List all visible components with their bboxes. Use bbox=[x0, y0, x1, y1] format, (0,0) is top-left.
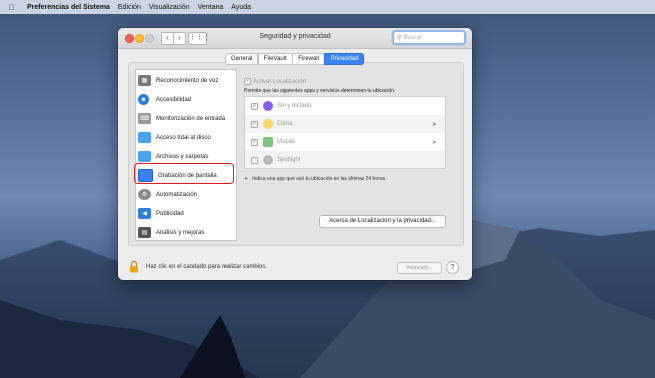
tab-bar: General FileVault Firewall Privacidad bbox=[118, 53, 472, 65]
app-name: Mapas bbox=[277, 139, 296, 145]
hint-text: Indica una app que usó tu ubicación en l… bbox=[252, 176, 387, 182]
chart-icon: ▤ bbox=[138, 227, 151, 238]
search-icon: ⚲ bbox=[397, 35, 402, 41]
spotlight-icon bbox=[263, 155, 273, 165]
sidebar-item-automatizacion[interactable]: ⚙ Automatización bbox=[138, 186, 234, 203]
checkbox-icon[interactable]: ✓ bbox=[251, 102, 258, 110]
list-item[interactable]: ✓ Siri y dictado bbox=[245, 97, 445, 115]
about-location-privacy-button[interactable]: Acerca de Localización y la privacidad..… bbox=[319, 215, 446, 228]
screen-recording-highlight bbox=[134, 163, 234, 184]
tab-firewall[interactable]: Firewall bbox=[292, 53, 325, 65]
list-item[interactable]: Spotlight bbox=[245, 151, 445, 168]
menu-ayuda[interactable]: Ayuda bbox=[231, 4, 251, 11]
sidebar-item-label: Publicidad bbox=[156, 210, 184, 217]
app-name: Spotlight bbox=[277, 157, 301, 163]
lock-message: Haz clic en el candado para realizar cam… bbox=[146, 264, 268, 270]
checkbox-icon: ✓ bbox=[244, 78, 251, 85]
maps-icon bbox=[263, 137, 273, 147]
sidebar-item-analisis-mejoras[interactable]: ▤ Análisis y mejoras bbox=[138, 224, 234, 241]
enable-location-label: Activar Localización bbox=[253, 78, 307, 85]
sidebar-item-label: Archivos y carpetas bbox=[156, 153, 209, 160]
search-placeholder: Buscar bbox=[403, 34, 423, 41]
list-item[interactable]: ✓ Mapas ➤ bbox=[245, 133, 445, 151]
waveform-icon: ▦ bbox=[138, 75, 151, 86]
location-arrow-icon: ➤ bbox=[431, 121, 437, 128]
enable-location-checkbox[interactable]: ✓ Activar Localización bbox=[244, 78, 306, 85]
menu-edicion[interactable]: Edición bbox=[118, 4, 141, 11]
location-arrow-icon: ➤ bbox=[244, 176, 249, 182]
megaphone-icon: ◀ bbox=[138, 208, 151, 219]
accessibility-icon: ☻ bbox=[138, 94, 149, 105]
sidebar-item-label: Acceso total al disco bbox=[156, 134, 211, 141]
sidebar-item-label: Monitorización de entrada bbox=[156, 115, 226, 122]
tab-general[interactable]: General bbox=[225, 53, 259, 65]
menu-bar:  Preferencias del Sistema Edición Visua… bbox=[0, 0, 655, 14]
sidebar-item-acceso-total-disco[interactable]: Acceso total al disco bbox=[138, 129, 234, 146]
keyboard-icon: ⌨ bbox=[138, 113, 151, 124]
sidebar-item-label: Análisis y mejoras bbox=[156, 229, 205, 236]
sidebar-item-label: Automatización bbox=[156, 191, 198, 198]
location-arrow-icon: ➤ bbox=[431, 139, 437, 146]
app-name: Siri y dictado bbox=[277, 103, 312, 109]
menu-visualizacion[interactable]: Visualización bbox=[149, 4, 190, 11]
folder-icon bbox=[138, 151, 151, 162]
search-input[interactable]: ⚲ Buscar bbox=[393, 31, 465, 44]
sidebar-item-label: Reconocimiento de voz bbox=[156, 77, 219, 84]
sidebar-item-reconocimiento-voz[interactable]: ▦ Reconocimiento de voz bbox=[138, 72, 234, 89]
menu-app-name[interactable]: Preferencias del Sistema bbox=[27, 4, 110, 11]
checkbox-icon[interactable]: ✓ bbox=[251, 138, 258, 146]
location-description: Permite que las siguientes apps y servic… bbox=[244, 88, 396, 94]
lock-icon[interactable] bbox=[129, 260, 139, 273]
tab-filevault[interactable]: FileVault bbox=[257, 53, 293, 65]
apple-icon[interactable]:  bbox=[9, 3, 19, 12]
tab-privacidad[interactable]: Privacidad bbox=[324, 53, 365, 65]
location-app-list[interactable]: ✓ Siri y dictado ✓ Clima ➤ ✓ Mapas ➤ Spo… bbox=[244, 96, 446, 169]
privacy-category-list[interactable]: ▦ Reconocimiento de voz ☻ Accesibilidad … bbox=[135, 69, 237, 241]
advanced-button[interactable]: Avanzado... bbox=[397, 262, 442, 274]
weather-icon bbox=[263, 119, 273, 129]
menu-ventana[interactable]: Ventana bbox=[198, 4, 224, 11]
list-item[interactable]: ✓ Clima ➤ bbox=[245, 115, 445, 133]
checkbox-icon[interactable]: ✓ bbox=[251, 120, 258, 128]
siri-icon bbox=[263, 101, 273, 111]
location-services-panel: ✓ Activar Localización Permite que las s… bbox=[239, 71, 454, 235]
sidebar-item-accesibilidad[interactable]: ☻ Accesibilidad bbox=[138, 91, 234, 108]
app-name: Clima bbox=[277, 121, 293, 127]
location-hint: ➤ Indica una app que usó tu ubicación en… bbox=[244, 176, 386, 182]
gear-icon: ⚙ bbox=[138, 189, 151, 200]
folder-icon bbox=[138, 132, 151, 143]
security-privacy-window: ‹ › ⋮⋮⋮ Seguridad y privacidad ⚲ Buscar … bbox=[118, 28, 472, 280]
sidebar-item-monitorizacion-entrada[interactable]: ⌨ Monitorización de entrada bbox=[138, 110, 234, 127]
checkbox-icon[interactable] bbox=[251, 156, 258, 164]
help-button[interactable]: ? bbox=[446, 261, 459, 274]
sidebar-item-label: Accesibilidad bbox=[156, 96, 192, 103]
title-bar: ‹ › ⋮⋮⋮ Seguridad y privacidad ⚲ Buscar bbox=[118, 28, 472, 49]
sidebar-item-publicidad[interactable]: ◀ Publicidad bbox=[138, 205, 234, 222]
